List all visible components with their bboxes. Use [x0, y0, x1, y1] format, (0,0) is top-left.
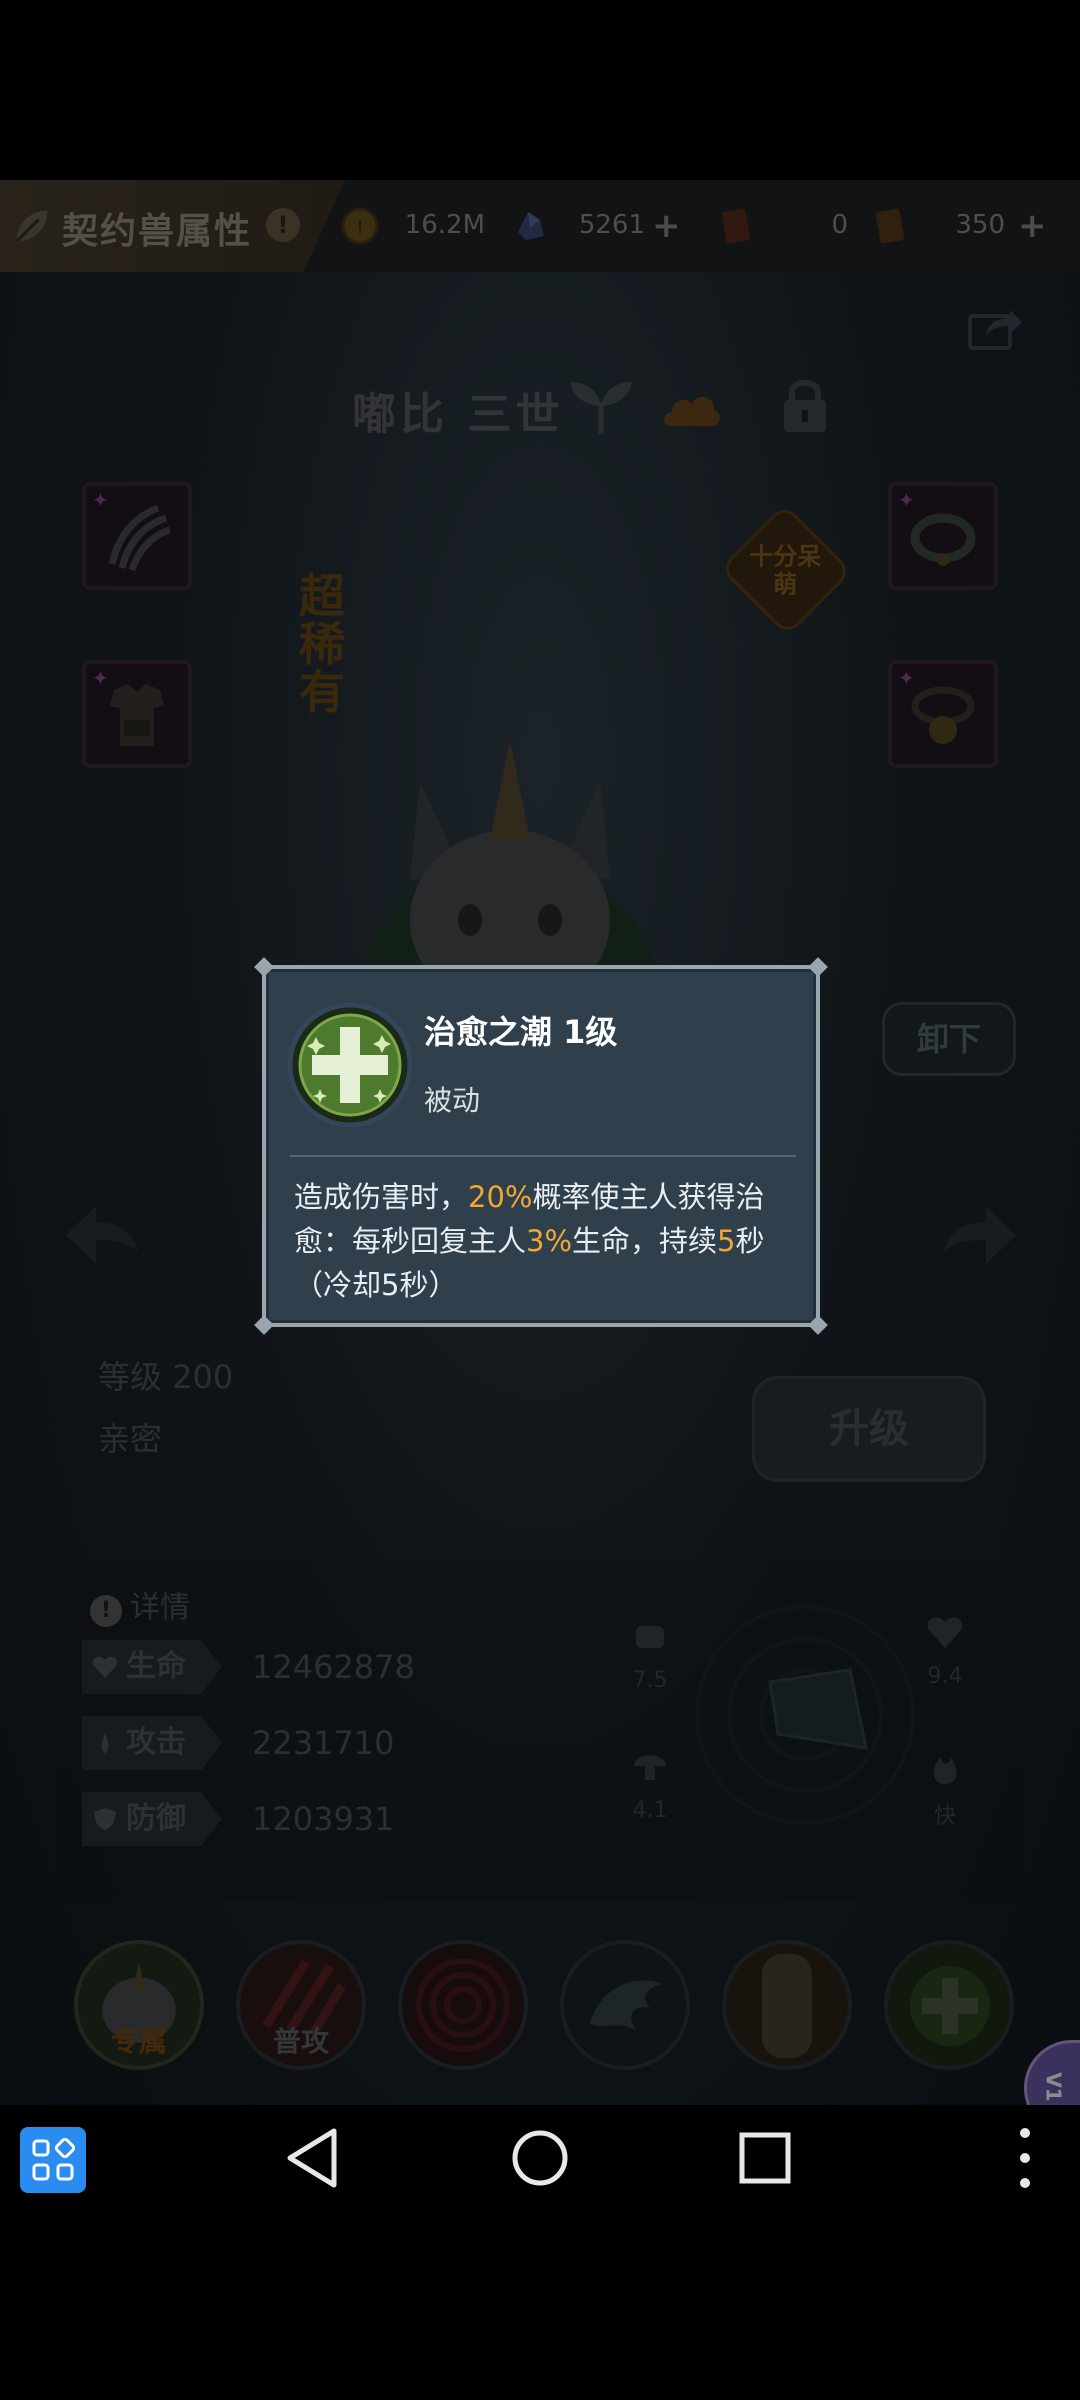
skill-wind[interactable]	[560, 1940, 690, 2070]
armor-icon	[110, 684, 164, 746]
stat-row-defense: 防御 1203931	[82, 1792, 502, 1846]
crystal-icon	[518, 212, 544, 240]
sword-icon	[101, 1732, 109, 1754]
skill-tooltip: 治愈之潮 1级 被动 造成伤害时，20%概率使主人获得治愈：每秒回复主人3%生命…	[254, 957, 828, 1335]
share-icon[interactable]	[966, 302, 1024, 352]
crystal-value: 5261	[578, 210, 645, 240]
svg-text:!: !	[356, 217, 363, 238]
skill-description: 造成伤害时，20%概率使主人获得治愈：每秒回复主人3%生命，持续5秒（冷却5秒）	[294, 1180, 765, 1302]
skill-type: 被动	[424, 1084, 481, 1117]
skill-light[interactable]	[722, 1940, 852, 2070]
divider	[290, 1155, 796, 1157]
upgrade-button[interactable]: 升级	[752, 1376, 986, 1482]
radar-attack-value: 7.5	[632, 1668, 668, 1693]
heal-cross-icon	[287, 1002, 413, 1128]
cloud-icon	[664, 396, 720, 426]
claw-icon	[108, 504, 172, 572]
resource-bar: 契约兽属性 ! ! 16.2M 5261 + 0 350 +	[0, 180, 1080, 272]
ticket-icon	[875, 208, 905, 244]
system-nav-bar	[0, 2105, 1080, 2215]
highlight-value: 3%	[526, 1224, 573, 1258]
affinity-label: 亲密	[98, 1420, 163, 1458]
stat-label: 防御	[82, 1792, 222, 1846]
unequip-button[interactable]: 卸下	[882, 1002, 1016, 1076]
radar-defense-value: 4.1	[632, 1798, 668, 1823]
stat-label: 攻击	[82, 1716, 222, 1770]
highlight-value: 20%	[468, 1180, 533, 1214]
radar-speed-value: 快	[933, 1804, 956, 1829]
equip-slot-armor[interactable]: ✦	[82, 660, 192, 768]
highlight-value: 5	[717, 1224, 736, 1258]
add-crystal-button[interactable]: +	[652, 206, 681, 246]
radar-hp-value: 9.4	[927, 1664, 963, 1689]
fist-icon	[636, 1626, 664, 1648]
skill-name: 治愈之潮 1级	[424, 1013, 618, 1051]
recents-icon[interactable]	[730, 2123, 800, 2193]
more-options-icon[interactable]	[1000, 2123, 1050, 2193]
bell-collar-icon	[911, 686, 975, 744]
skill-vortex[interactable]	[398, 1940, 528, 2070]
stat-label: 生命	[82, 1640, 222, 1694]
sprout-icon	[570, 382, 632, 434]
heart-icon	[92, 1656, 118, 1678]
rarity-label: 超稀有	[299, 569, 345, 719]
home-icon[interactable]	[505, 2123, 575, 2193]
exclamation-icon[interactable]: !	[266, 208, 300, 242]
add-ticket-button[interactable]: +	[1018, 206, 1047, 246]
stat-value: 2231710	[252, 1724, 395, 1762]
wind-claw-icon	[590, 1980, 662, 2030]
stat-row-attack: 攻击 2231710	[82, 1716, 502, 1770]
stat-value: 1203931	[252, 1800, 395, 1838]
app-drawer-icon[interactable]	[20, 2127, 86, 2193]
equip-slot-claw[interactable]: ✦	[82, 482, 192, 590]
collar-icon	[910, 513, 976, 566]
skill-exclusive[interactable]: 专属	[74, 1940, 204, 2070]
exclamation-icon: !	[90, 1595, 122, 1627]
gold-coin-icon: !	[341, 207, 379, 245]
ticket-b-counter: 350	[870, 202, 1005, 250]
ticket-icon	[721, 208, 751, 244]
stat-radar	[695, 1605, 915, 1825]
trait-badge: 十分呆萌	[719, 503, 853, 637]
heart-icon	[927, 1617, 963, 1648]
mushroom-icon	[634, 1755, 666, 1780]
skill-heal-tide[interactable]	[884, 1940, 1014, 2070]
leaf-icon	[15, 210, 48, 243]
page-title: 契约兽属性	[62, 211, 253, 252]
shield-icon	[94, 1808, 116, 1830]
flame-icon	[933, 1756, 957, 1784]
light-pillar-icon	[762, 1954, 812, 2058]
level-text: 等级 200	[98, 1358, 234, 1396]
crystal-counter: 5261	[510, 202, 645, 250]
skill-basic-attack[interactable]: 普攻	[236, 1940, 366, 2070]
ticket-b-value: 350	[955, 210, 1005, 240]
stat-row-hp: 生命 12462878	[82, 1640, 502, 1694]
vortex-icon	[416, 1958, 510, 2052]
gold-value: 16.2M	[404, 210, 485, 240]
equip-slot-bell[interactable]: ✦	[888, 660, 998, 768]
prev-pet-arrow[interactable]	[62, 1200, 142, 1270]
heal-cross-icon	[910, 1966, 990, 2046]
details-header: ! 详情	[90, 1582, 190, 1627]
vip-badge[interactable]: V1	[1024, 2040, 1080, 2105]
pet-name: 嘟比 三世	[352, 389, 564, 440]
next-pet-arrow[interactable]	[940, 1200, 1020, 1270]
skill-label: 专属	[110, 2025, 167, 2058]
skill-label: 普攻	[272, 2025, 329, 2058]
gold-counter: ! 16.2M	[340, 202, 485, 250]
ticket-a-value: 0	[831, 210, 848, 240]
ticket-a-counter: 0	[716, 202, 848, 250]
lock-icon[interactable]	[780, 376, 830, 434]
back-icon[interactable]	[280, 2123, 350, 2193]
stat-value: 12462878	[252, 1648, 415, 1686]
equip-slot-collar[interactable]: ✦	[888, 482, 998, 590]
